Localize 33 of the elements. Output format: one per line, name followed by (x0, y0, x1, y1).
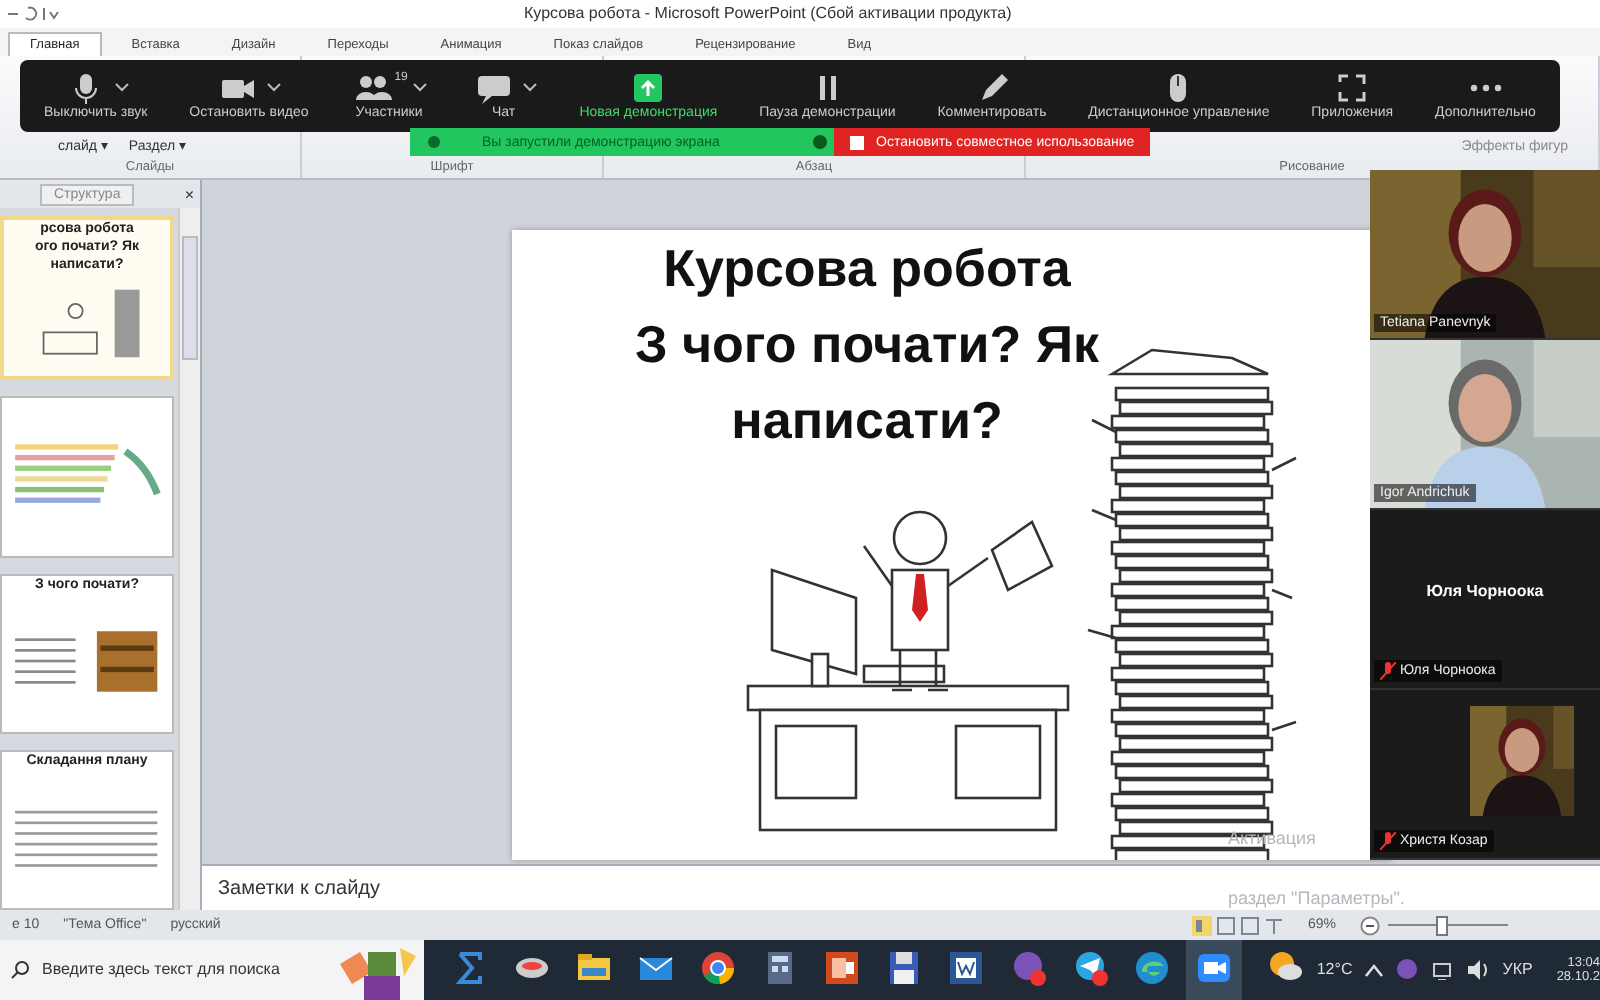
notes-field[interactable]: Заметки к слайду (218, 877, 818, 900)
search-icon (10, 959, 30, 980)
viber-icon[interactable] (1010, 949, 1047, 990)
scrollbar[interactable] (178, 208, 200, 911)
keyboard-language[interactable]: УКР (1502, 960, 1533, 979)
network-icon[interactable] (1430, 959, 1455, 980)
zoom-slider[interactable] (1436, 916, 1448, 937)
zoom-icon[interactable] (1196, 949, 1233, 990)
slide-title: написати? (731, 388, 1003, 455)
caret-icon[interactable] (113, 82, 130, 94)
telegram-icon[interactable] (1072, 949, 1109, 990)
caret-icon[interactable] (411, 82, 428, 94)
floppy-icon[interactable] (886, 949, 923, 990)
caret-icon[interactable] (521, 82, 538, 94)
quick-access-icon[interactable] (4, 3, 64, 24)
chrome-icon[interactable] (700, 949, 737, 990)
word-icon[interactable] (948, 949, 985, 990)
view-buttons-icon[interactable] (1191, 915, 1284, 936)
close-button[interactable]: × (178, 185, 200, 204)
edge-icon[interactable] (1134, 949, 1171, 990)
stop-icon (850, 135, 864, 149)
weather-temperature[interactable]: 12°C (1316, 960, 1353, 979)
ppt-icon[interactable] (824, 949, 861, 990)
zoom-out-icon[interactable] (1360, 915, 1380, 936)
participant-name: Юля Чорноока (1426, 582, 1544, 601)
viber-icon[interactable] (1396, 958, 1419, 981)
window-title: Курсова робота - Microsoft PowerPoint (Сбой активации продукта) (524, 4, 1012, 23)
caret-icon[interactable] (266, 82, 283, 94)
slide-title: З чого почати? Як (634, 312, 1100, 379)
slide-title: Курсова робота (663, 236, 1071, 303)
chevron-up-icon[interactable] (1364, 961, 1385, 978)
speaker-icon[interactable] (1466, 959, 1491, 980)
activation-notice: раздел "Параметры". (1228, 888, 1405, 908)
